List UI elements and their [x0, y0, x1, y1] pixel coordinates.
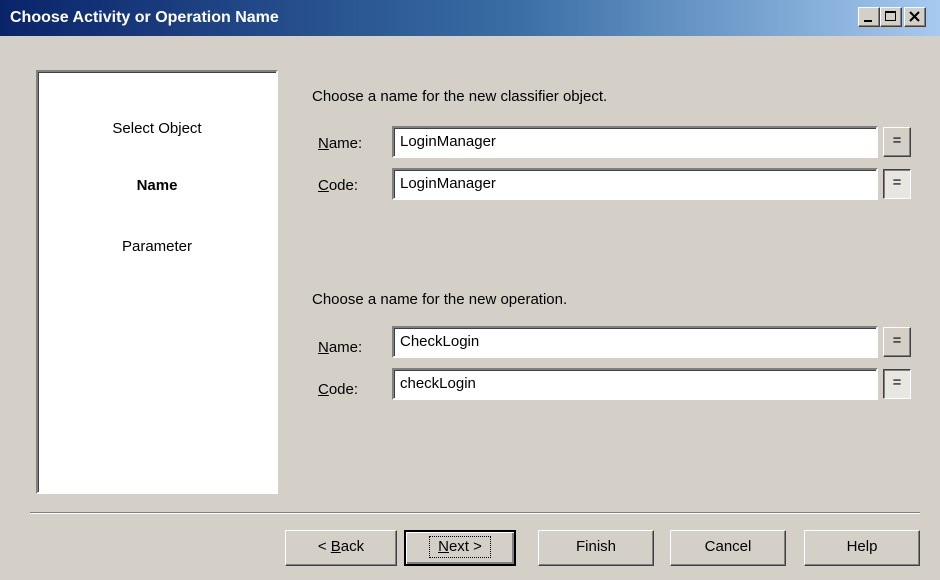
- operation-code-label: Code:: [318, 381, 359, 398]
- operation-prompt: Choose a name for the new operation.: [312, 291, 568, 308]
- operation-name-sync-button[interactable]: =: [883, 327, 911, 357]
- step-select-object: Select Object: [112, 120, 202, 137]
- cancel-button[interactable]: Cancel: [670, 530, 786, 566]
- classifier-name-label: Name:: [318, 135, 363, 152]
- step-name: Name: [136, 177, 178, 194]
- minimize-button[interactable]: [858, 7, 880, 27]
- close-icon: [909, 11, 920, 22]
- next-button[interactable]: Next >: [404, 530, 516, 566]
- operation-code-input[interactable]: checkLogin: [392, 368, 878, 400]
- classifier-name-sync-button[interactable]: =: [883, 127, 911, 157]
- dialog-window: Choose Activity or Operation Name Select…: [0, 0, 940, 580]
- classifier-name-input[interactable]: LoginManager: [392, 126, 878, 158]
- classifier-code-sync-button[interactable]: =: [883, 169, 911, 199]
- close-button[interactable]: [904, 7, 926, 27]
- operation-name-label: Name:: [318, 339, 363, 356]
- wizard-steps-panel: Select Object Name Parameter: [36, 70, 278, 494]
- maximize-button[interactable]: [880, 7, 902, 27]
- classifier-code-label: Code:: [318, 177, 359, 194]
- step-parameter: Parameter: [121, 238, 193, 255]
- next-button-focus: Next >: [429, 536, 491, 558]
- back-button[interactable]: < Back: [285, 530, 397, 566]
- operation-name-input[interactable]: CheckLogin: [392, 326, 878, 358]
- window-title: Choose Activity or Operation Name: [10, 9, 279, 26]
- title-bar[interactable]: Choose Activity or Operation Name: [0, 0, 940, 36]
- footer-separator: [30, 512, 920, 514]
- finish-button[interactable]: Finish: [538, 530, 654, 566]
- classifier-code-input[interactable]: LoginManager: [392, 168, 878, 200]
- minimize-icon: [864, 20, 872, 22]
- help-button[interactable]: Help: [804, 530, 920, 566]
- maximize-icon: [885, 11, 896, 21]
- operation-code-sync-button[interactable]: =: [883, 369, 911, 399]
- classifier-prompt: Choose a name for the new classifier obj…: [312, 88, 608, 105]
